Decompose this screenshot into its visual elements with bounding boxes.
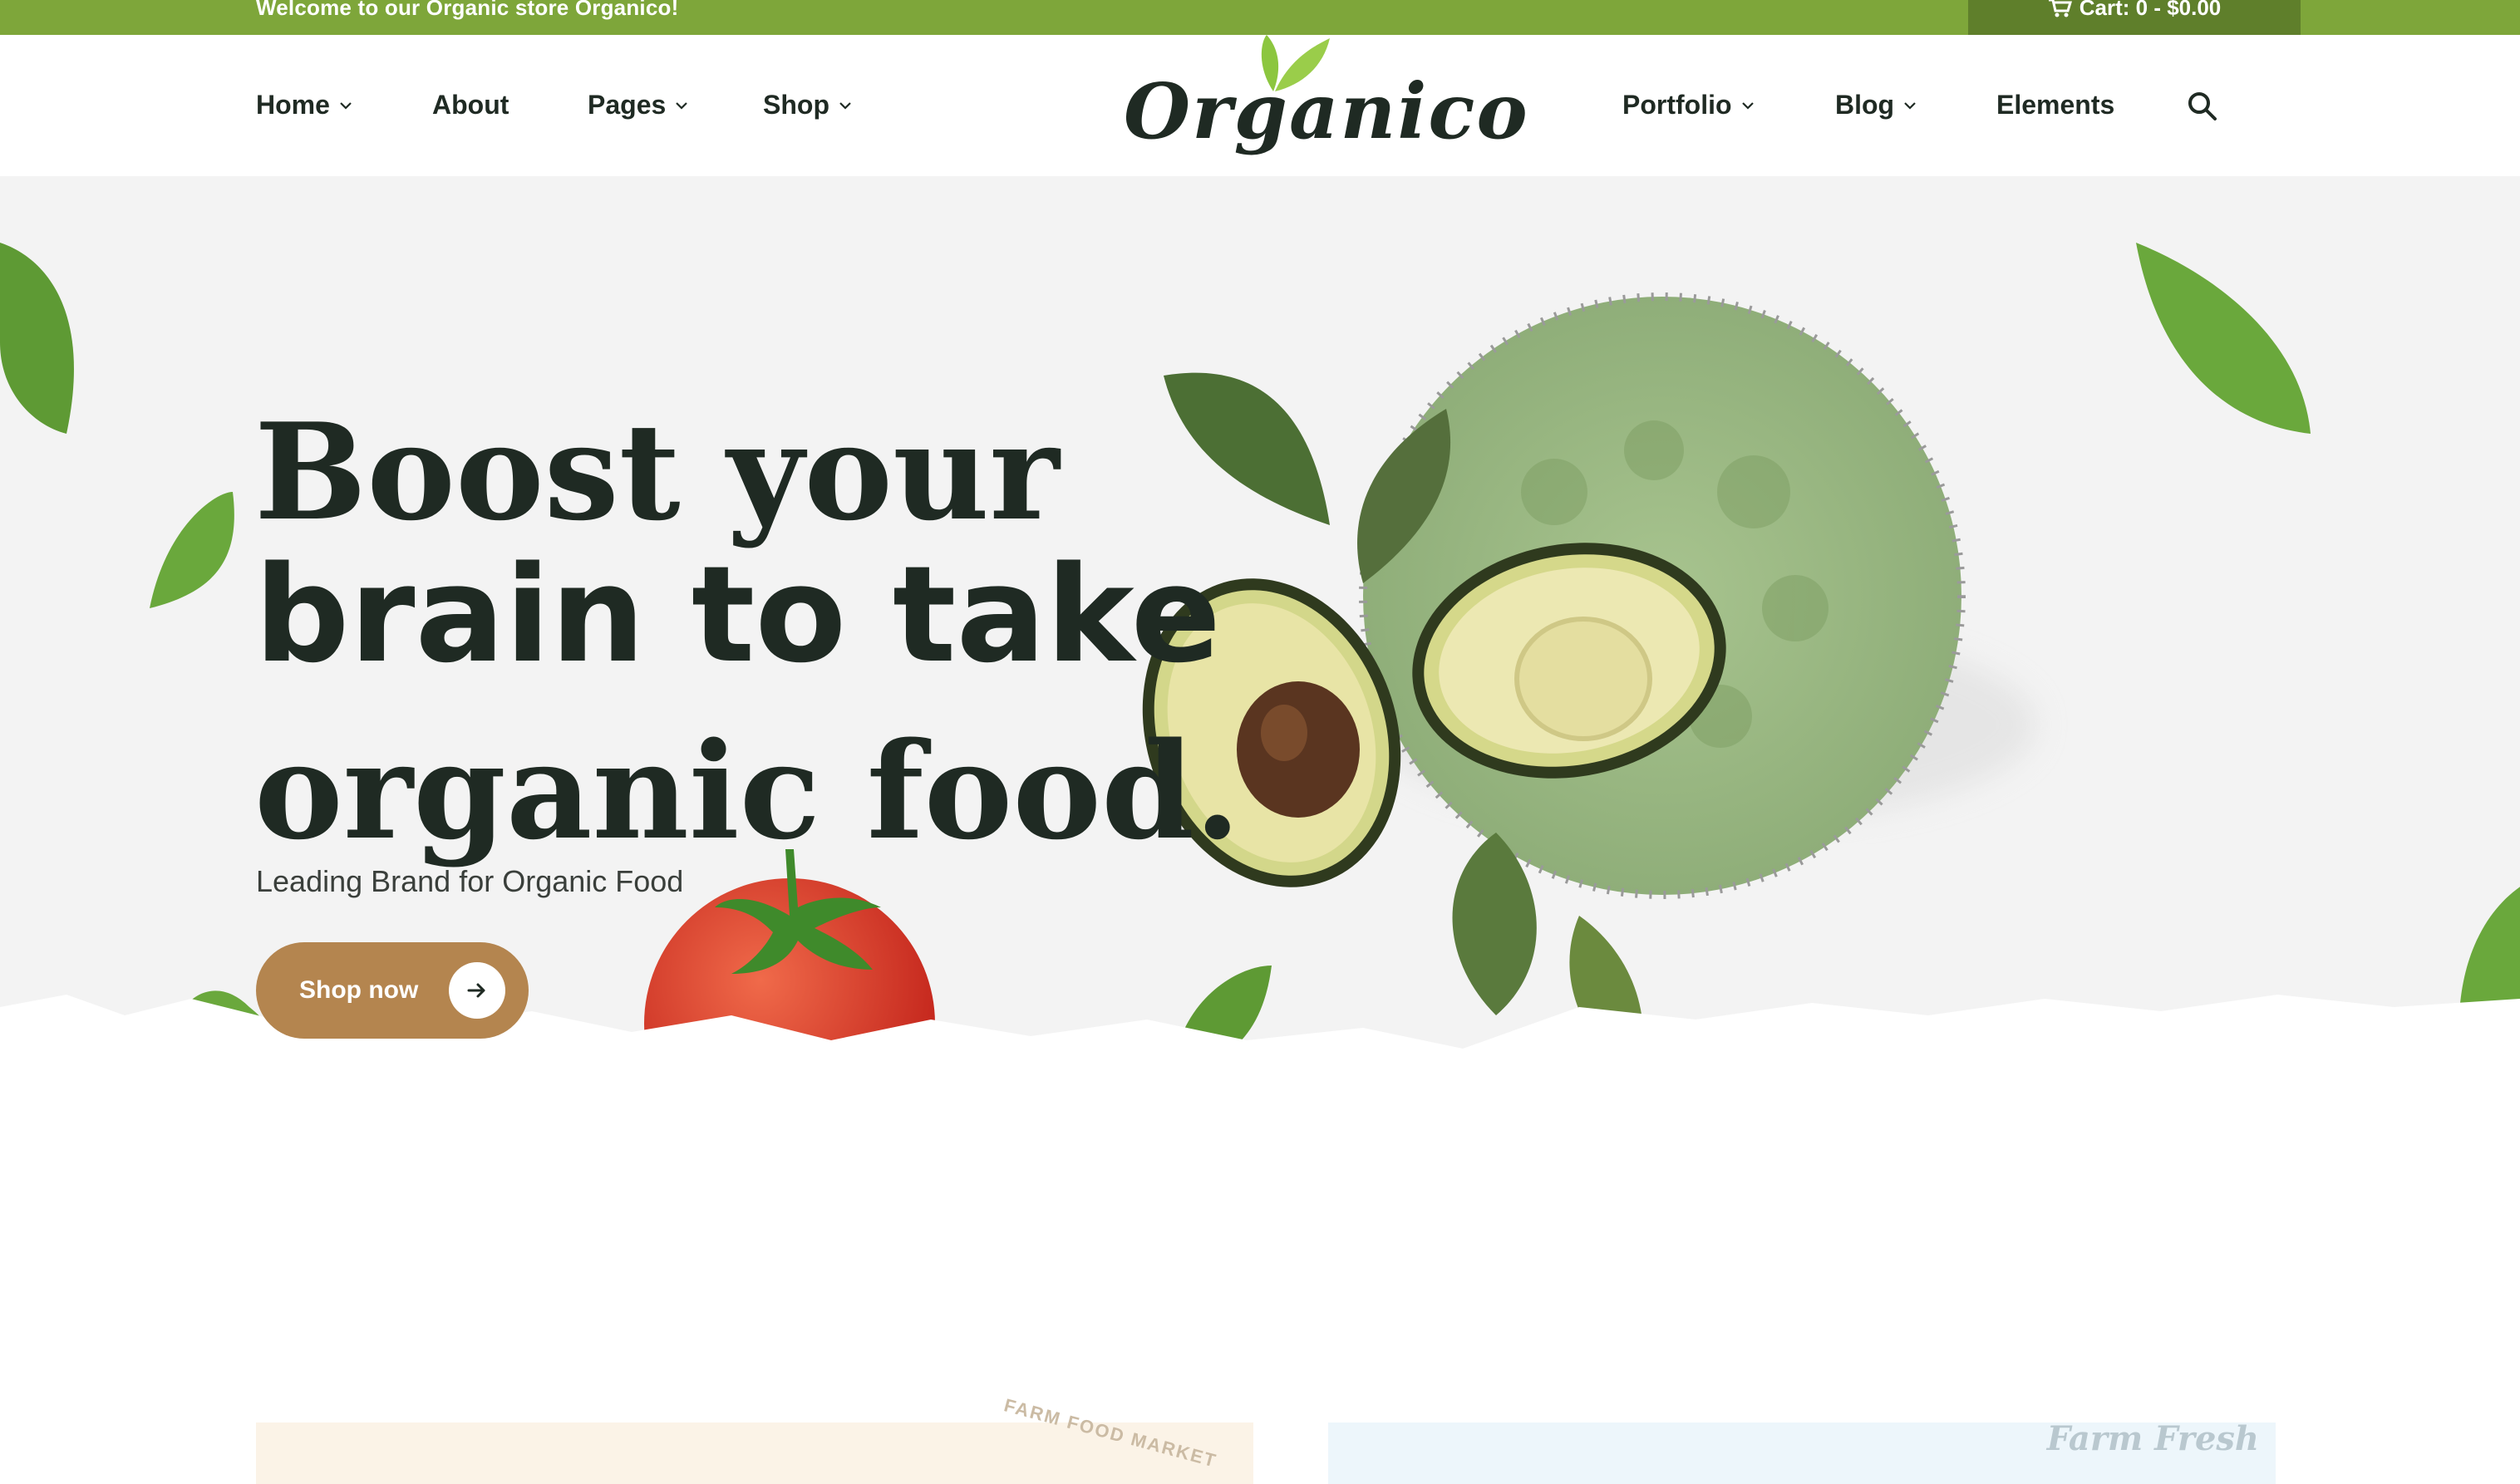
basil-leaf [0, 243, 74, 434]
chevron-down-icon [1904, 101, 1916, 110]
nav-pages-label: Pages [588, 90, 667, 120]
nav-blog-label: Blog [1835, 90, 1895, 120]
hero-headline: Boost your brain to take organic food. [254, 394, 1241, 869]
hero-subtitle: Leading Brand for Organic Food [256, 864, 684, 898]
shop-now-button[interactable]: Shop now [256, 942, 529, 1039]
nav-pages[interactable]: Pages [588, 90, 689, 120]
cart-summary: Cart: 0 - $0.00 [2079, 0, 2222, 20]
shop-now-label: Shop now [299, 976, 419, 1004]
farm-food-market-stamp: FARM FOOD MARKET [1002, 1394, 1219, 1472]
top-bar: Welcome to our Organic store Organico! C… [0, 0, 2520, 35]
nav-home-label: Home [256, 90, 330, 120]
nav-portfolio-label: Portfolio [1622, 90, 1732, 120]
promo-card-left[interactable]: FARM FOOD MARKET [256, 1394, 1253, 1484]
cart-button[interactable]: Cart: 0 - $0.00 [1968, 0, 2301, 35]
promo-card-right[interactable]: Farm Fresh [1328, 1419, 2276, 1484]
headline-line-2: brain to take [254, 537, 1222, 692]
arrow-right-icon [449, 962, 505, 1019]
nav-elements[interactable]: Elements [1996, 90, 2114, 120]
site-logo[interactable]: Organico [1124, 35, 1529, 176]
nav-about[interactable]: About [432, 90, 509, 120]
cart-icon [2048, 0, 2072, 17]
basil-leaf [150, 492, 234, 608]
nav-portfolio[interactable]: Portfolio [1622, 90, 1755, 120]
nav-shop-label: Shop [763, 90, 829, 120]
welcome-message: Welcome to our Organic store Organico! [256, 0, 679, 20]
nav-home[interactable]: Home [256, 90, 353, 120]
nav-elements-label: Elements [1996, 90, 2115, 120]
headline-line-3: organic food. [254, 713, 1241, 869]
logo-text: Organico [1124, 66, 1529, 156]
main-navigation: Home About Pages Shop Organico Portfolio… [0, 35, 2520, 176]
nav-about-label: About [432, 90, 509, 120]
herb-leaf [1164, 372, 1330, 525]
nav-blog[interactable]: Blog [1835, 90, 1917, 120]
chevron-down-icon [839, 101, 851, 110]
headline-line-1: Boost your [254, 394, 1060, 550]
chevron-down-icon [340, 101, 352, 110]
basil-leaf [2136, 243, 2311, 434]
chevron-down-icon [676, 101, 688, 110]
farm-fresh-stamp: Farm Fresh [2046, 1419, 2259, 1458]
search-icon[interactable] [2186, 90, 2219, 123]
nav-shop[interactable]: Shop [763, 90, 853, 120]
chevron-down-icon [1741, 101, 1754, 110]
